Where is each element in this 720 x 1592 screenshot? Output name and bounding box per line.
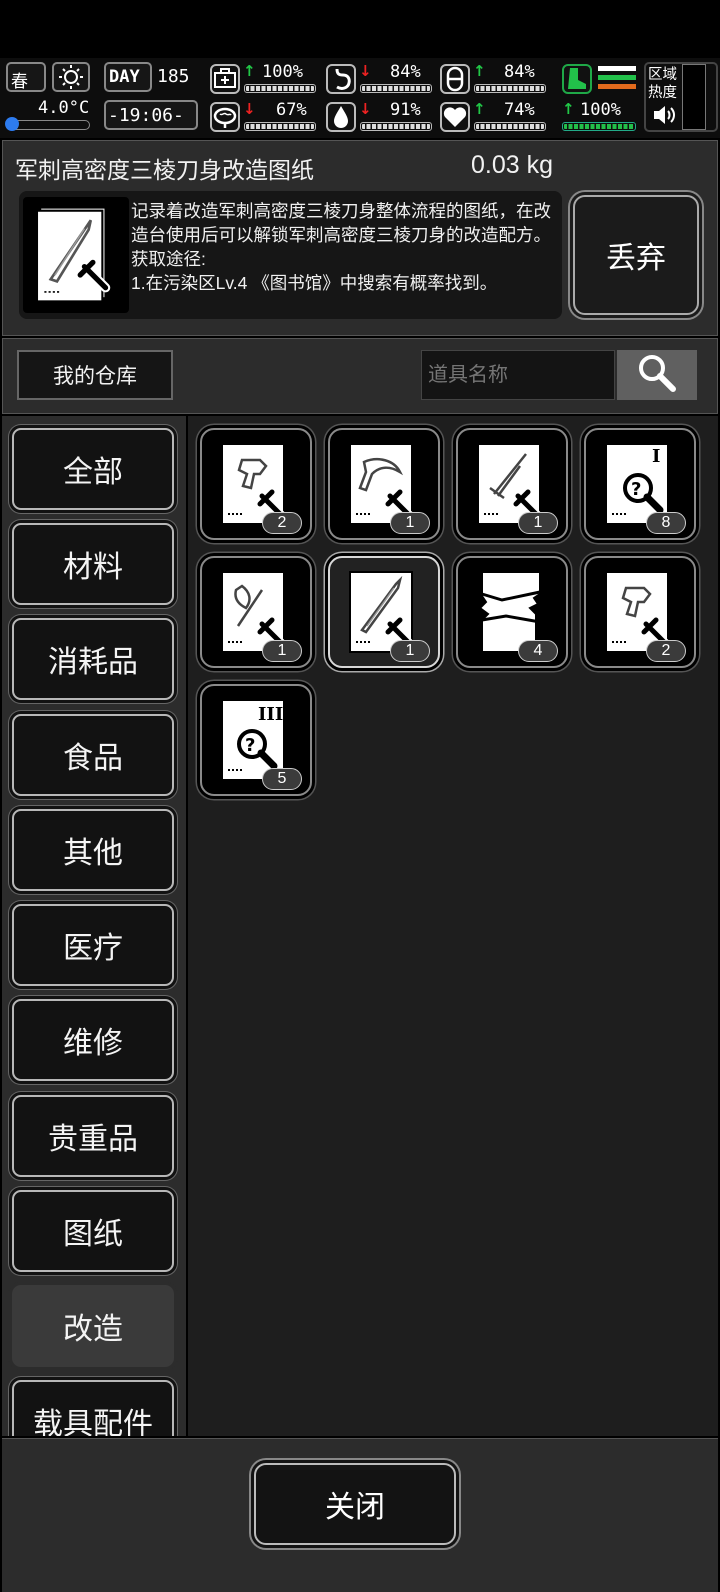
sanity-percent: 67%	[276, 100, 307, 120]
blueprint-bayonet-icon	[23, 197, 129, 313]
mood-trend-up-icon: ↑	[473, 100, 486, 118]
speaker-icon[interactable]	[652, 104, 676, 130]
item-detail-panel: 军刺高密度三棱刀身改造图纸 0.03 kg 记录着改造军刺高密度三棱刀身整体流程…	[2, 140, 718, 336]
time-display: -19:06-	[104, 100, 198, 130]
svg-text:?: ?	[245, 735, 255, 756]
inventory-item[interactable]: 1	[456, 428, 568, 540]
category-blueprints[interactable]: 图纸	[12, 1190, 174, 1272]
item-description-body: 记录着改造军刺高密度三棱刀身整体流程的图纸，在改造台使用后可以解锁军刺高密度三棱…	[131, 201, 551, 245]
hunger-bar	[360, 84, 432, 93]
zone-heat-label: 区域热度	[648, 67, 677, 101]
zone-heat-panel[interactable]: 区域热度	[644, 62, 718, 132]
item-count-badge: 1	[390, 640, 430, 662]
item-count-badge: 1	[262, 640, 302, 662]
zone-heat-meter	[682, 64, 706, 130]
temperature-readout: 4.0°C	[38, 98, 90, 118]
item-count-badge: 1	[390, 512, 430, 534]
health-percent: 100%	[262, 62, 303, 82]
hunger-trend-down-icon: ↓	[359, 62, 372, 80]
item-source-detail: 1.在污染区Lv.4 《图书馆》中搜索有概率找到。	[131, 273, 498, 293]
item-description: 记录着改造军刺高密度三棱刀身整体流程的图纸，在改造台使用后可以解锁军刺高密度三棱…	[131, 199, 557, 295]
item-weight: 0.03 kg	[471, 151, 554, 179]
item-count-badge: 5	[262, 768, 302, 790]
capsule-icon	[440, 64, 470, 94]
item-description-box: 记录着改造军刺高密度三棱刀身整体流程的图纸，在改造台使用后可以解锁军刺高密度三棱…	[19, 191, 562, 319]
category-modification[interactable]: 改造	[12, 1285, 174, 1367]
day-number: 185	[157, 66, 190, 87]
time-readout: -19:06-	[108, 105, 184, 126]
category-materials[interactable]: 材料	[12, 523, 174, 605]
season-label: 春	[11, 72, 28, 91]
discard-button[interactable]: 丢弃	[573, 195, 699, 315]
stomach-icon	[326, 64, 356, 94]
search-icon	[635, 352, 679, 398]
svg-text:III: III	[258, 704, 283, 725]
thirst-percent: 91%	[390, 100, 421, 120]
inventory-item[interactable]: 2	[200, 428, 312, 540]
category-sidebar: 全部 材料 消耗品 食品 其他 医疗 维修 贵重品 图纸 改造 载具配件	[2, 416, 186, 1436]
stamina-trend-up-icon: ↑	[473, 62, 486, 80]
mood-percent: 74%	[504, 100, 535, 120]
category-food[interactable]: 食品	[12, 714, 174, 796]
inventory-item[interactable]: I ? 8	[584, 428, 696, 540]
sanity-bar	[244, 122, 316, 131]
item-name: 军刺高密度三棱刀身改造图纸	[15, 157, 314, 183]
hunger-percent: 84%	[390, 62, 421, 82]
item-count-badge: 8	[646, 512, 686, 534]
svg-text:I: I	[652, 446, 660, 467]
category-repair[interactable]: 维修	[12, 999, 174, 1081]
temperature-gauge	[5, 117, 90, 131]
category-consumables[interactable]: 消耗品	[12, 618, 174, 700]
item-count-badge: 4	[518, 640, 558, 662]
inventory-item-selected[interactable]: 1	[328, 556, 440, 668]
health-bar	[244, 84, 316, 93]
season-indicator: 春	[6, 62, 46, 92]
item-source-label: 获取途径:	[131, 249, 206, 269]
category-vehicle-parts[interactable]: 载具配件	[12, 1380, 174, 1436]
category-medical[interactable]: 医疗	[12, 904, 174, 986]
my-storage-tab[interactable]: 我的仓库	[17, 350, 173, 400]
energy-trend-up-icon: ↑	[562, 100, 575, 118]
medkit-icon	[210, 64, 240, 94]
energy-percent: 100%	[580, 100, 621, 120]
item-count-badge: 2	[646, 640, 686, 662]
sanity-trend-down-icon: ↓	[243, 100, 256, 118]
stamina-bar	[474, 84, 546, 93]
inventory-item[interactable]: III ? 5	[200, 684, 312, 796]
category-all[interactable]: 全部	[12, 428, 174, 510]
category-valuables[interactable]: 贵重品	[12, 1095, 174, 1177]
thirst-trend-down-icon: ↓	[359, 100, 372, 118]
day-label: DAY	[109, 67, 140, 87]
mood-bar	[474, 122, 546, 131]
energy-level-stripes-icon	[598, 66, 636, 94]
svg-text:?: ?	[631, 479, 641, 500]
inventory-item[interactable]: 2	[584, 556, 696, 668]
inventory-item[interactable]: 1	[328, 428, 440, 540]
health-trend-up-icon: ↑	[243, 62, 256, 80]
day-indicator: DAY	[104, 62, 152, 92]
bottom-bar: 关闭	[2, 1438, 718, 1592]
heart-icon	[440, 102, 470, 132]
energy-bar	[562, 122, 636, 131]
thirst-bar	[360, 122, 432, 131]
brain-icon	[210, 102, 240, 132]
water-drop-icon	[326, 102, 356, 132]
item-count-badge: 1	[518, 512, 558, 534]
close-button[interactable]: 关闭	[254, 1463, 456, 1545]
item-grid: 2 1 1 I ? 8 1 1 4 2 III ? 5	[188, 416, 718, 1436]
boot-icon	[562, 64, 592, 94]
item-count-badge: 2	[262, 512, 302, 534]
search-button[interactable]	[617, 350, 697, 400]
search-input[interactable]	[421, 350, 615, 400]
storage-search-row: 我的仓库	[2, 338, 718, 414]
stamina-percent: 84%	[504, 62, 535, 82]
status-bar: 春 4.0°C DAY 185 -19:06- ↑ 100% ↓ 84% ↑ 8…	[0, 58, 720, 138]
sun-icon	[52, 62, 90, 92]
inventory-item[interactable]: 4	[456, 556, 568, 668]
category-other[interactable]: 其他	[12, 809, 174, 891]
inventory-item[interactable]: 1	[200, 556, 312, 668]
